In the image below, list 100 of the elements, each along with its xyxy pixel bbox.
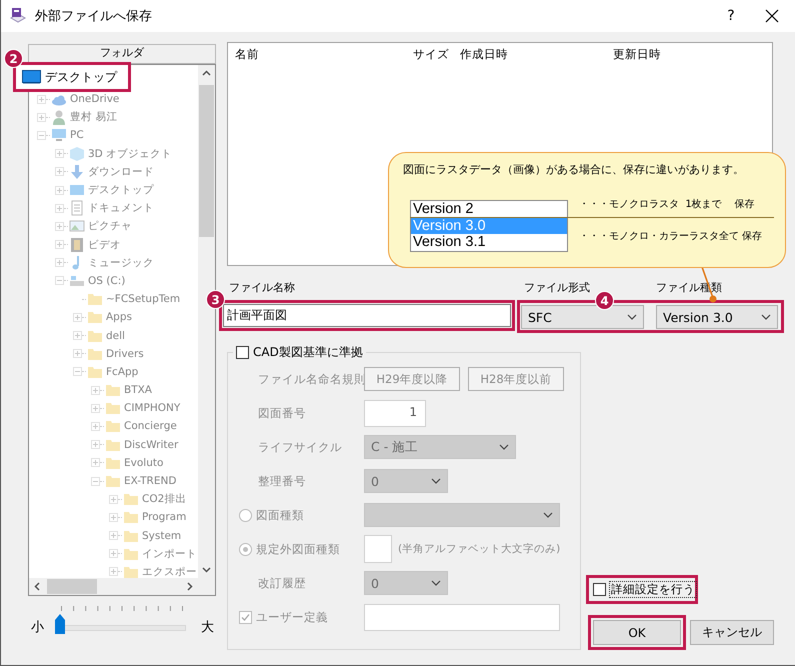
expand-icon[interactable] — [55, 186, 64, 195]
expand-icon[interactable] — [109, 549, 118, 558]
number-field[interactable]: 1 — [364, 400, 426, 426]
ok-button[interactable]: OK — [593, 620, 681, 645]
close-icon[interactable] — [765, 9, 779, 23]
dropdown[interactable]: C - 施工 — [364, 435, 516, 459]
tree-item[interactable]: EX-TREND — [124, 475, 176, 488]
expand-icon[interactable] — [109, 531, 118, 540]
radio-button[interactable] — [239, 542, 252, 556]
expand-icon[interactable] — [91, 422, 100, 431]
hint-text: (半角アルファベット大文字のみ) — [398, 542, 560, 556]
tree-item[interactable]: ビデオ — [88, 238, 121, 252]
checkbox[interactable] — [236, 346, 249, 358]
tree-item[interactable]: デスクトップ — [88, 183, 154, 198]
text-field[interactable] — [364, 535, 392, 563]
collapse-icon[interactable] — [91, 476, 100, 486]
expand-icon[interactable] — [91, 458, 100, 468]
expand-icon[interactable] — [109, 494, 118, 504]
down-arrow-icon — [69, 164, 85, 180]
person-icon — [51, 109, 67, 126]
radio-label[interactable]: 規定外図面種類 — [256, 542, 340, 556]
tree-item[interactable]: 豊村 易江 — [70, 110, 118, 124]
text-field[interactable] — [364, 604, 560, 630]
expand-icon[interactable] — [73, 331, 82, 340]
field-label: ファイル形式 — [524, 280, 590, 294]
tree-item[interactable]: PC — [70, 129, 84, 142]
slider-max-label: 大 — [201, 619, 214, 636]
cancel-button[interactable]: キャンセル — [690, 620, 774, 645]
list-item: Version 3.0 — [411, 218, 567, 234]
rule-button[interactable]: H29年度以降 — [364, 367, 460, 391]
expand-icon[interactable] — [91, 440, 100, 450]
chevron-down-icon — [499, 444, 509, 450]
tree-item[interactable]: CIMPHONY — [124, 402, 180, 414]
scrollbar-thumb[interactable] — [47, 579, 97, 594]
tree-item[interactable]: インポート — [142, 546, 197, 561]
scrollbar-thumb[interactable] — [199, 85, 214, 237]
expand-icon[interactable] — [37, 94, 46, 104]
tree-item[interactable]: Apps — [106, 311, 132, 324]
column-header[interactable]: フォルダ — [100, 45, 144, 60]
tree-item[interactable]: Evoluto — [124, 456, 164, 469]
expand-icon[interactable] — [55, 240, 64, 250]
horizontal-scrollbar[interactable] — [29, 578, 198, 595]
expand-icon[interactable] — [91, 404, 100, 413]
folder-icon — [105, 382, 121, 398]
radio-button[interactable] — [239, 508, 252, 522]
expand-icon[interactable] — [91, 386, 100, 395]
tree-item[interactable]: エクスポー — [142, 564, 197, 578]
number-badge: 4 — [595, 291, 614, 310]
tree-item[interactable]: Concierge — [124, 420, 177, 432]
text-field[interactable]: 計画平面図 — [223, 304, 511, 327]
radio-label[interactable]: 図面種類 — [256, 508, 304, 522]
checkbox[interactable] — [593, 583, 606, 596]
column-header[interactable]: 作成日時 — [449, 46, 602, 62]
expand-icon[interactable] — [73, 312, 82, 322]
expand-icon[interactable] — [55, 222, 64, 231]
tree-item[interactable]: FcApp — [106, 366, 138, 378]
column-header[interactable]: 更新日時 — [602, 46, 772, 62]
tree-item[interactable]: ドキュメント — [88, 201, 154, 216]
tree-item[interactable]: OS (C:) — [88, 274, 126, 287]
collapse-icon[interactable] — [55, 276, 64, 286]
tree-item[interactable]: 3D オブジェクト — [88, 146, 172, 161]
expand-icon[interactable] — [55, 258, 64, 268]
expand-icon[interactable] — [109, 512, 118, 522]
expand-icon[interactable] — [55, 167, 64, 176]
checkbox[interactable] — [239, 610, 252, 624]
tree-item[interactable]: ピクチャ — [88, 219, 132, 234]
checkbox-label[interactable]: 詳細設定を行う — [609, 581, 697, 598]
tree-item[interactable]: System — [142, 530, 182, 542]
dropdown[interactable]: 0 — [364, 469, 448, 493]
dropdown[interactable] — [364, 503, 560, 527]
tree-item[interactable]: デスクトップ — [45, 68, 117, 86]
slider-thumb[interactable] — [55, 614, 65, 634]
expand-icon[interactable] — [55, 149, 64, 158]
expand-icon[interactable] — [55, 204, 64, 213]
tree-item[interactable]: CO2排出 — [142, 492, 186, 506]
rule-button[interactable]: H28年度以前 — [468, 367, 564, 391]
tree-item[interactable]: ダウンロード — [88, 164, 154, 179]
expand-icon[interactable] — [37, 112, 46, 122]
tree-item[interactable]: Drivers — [106, 348, 144, 360]
collapse-icon[interactable] — [73, 367, 82, 376]
collapse-icon[interactable] — [37, 130, 46, 140]
help-button[interactable]: ? — [721, 8, 741, 24]
tree-item[interactable]: Program — [142, 511, 186, 524]
tree-item[interactable]: OneDrive — [70, 93, 120, 106]
field-label: 図面番号 — [257, 406, 307, 420]
expand-icon[interactable] — [73, 349, 82, 358]
dropdown[interactable]: 0 — [364, 571, 448, 595]
tree-item[interactable]: dell — [106, 330, 125, 342]
tree-item[interactable]: DiscWriter — [124, 438, 178, 451]
tree-item[interactable]: ~FCSetupTem — [106, 293, 180, 306]
dropdown[interactable]: SFC — [521, 305, 644, 329]
number-badge: 2 — [4, 49, 23, 68]
tree-item[interactable]: BTXA — [124, 384, 152, 396]
checkbox-label[interactable]: ユーザー定義 — [256, 610, 328, 624]
expand-icon[interactable] — [109, 567, 118, 576]
window-title: 外部ファイルへ保存 — [35, 8, 153, 25]
tree-item[interactable]: ミュージック — [88, 256, 154, 270]
column-header[interactable]: サイズ — [409, 46, 449, 62]
column-header[interactable]: 名前 — [228, 46, 409, 62]
dropdown[interactable]: Version 3.0 — [656, 305, 778, 329]
